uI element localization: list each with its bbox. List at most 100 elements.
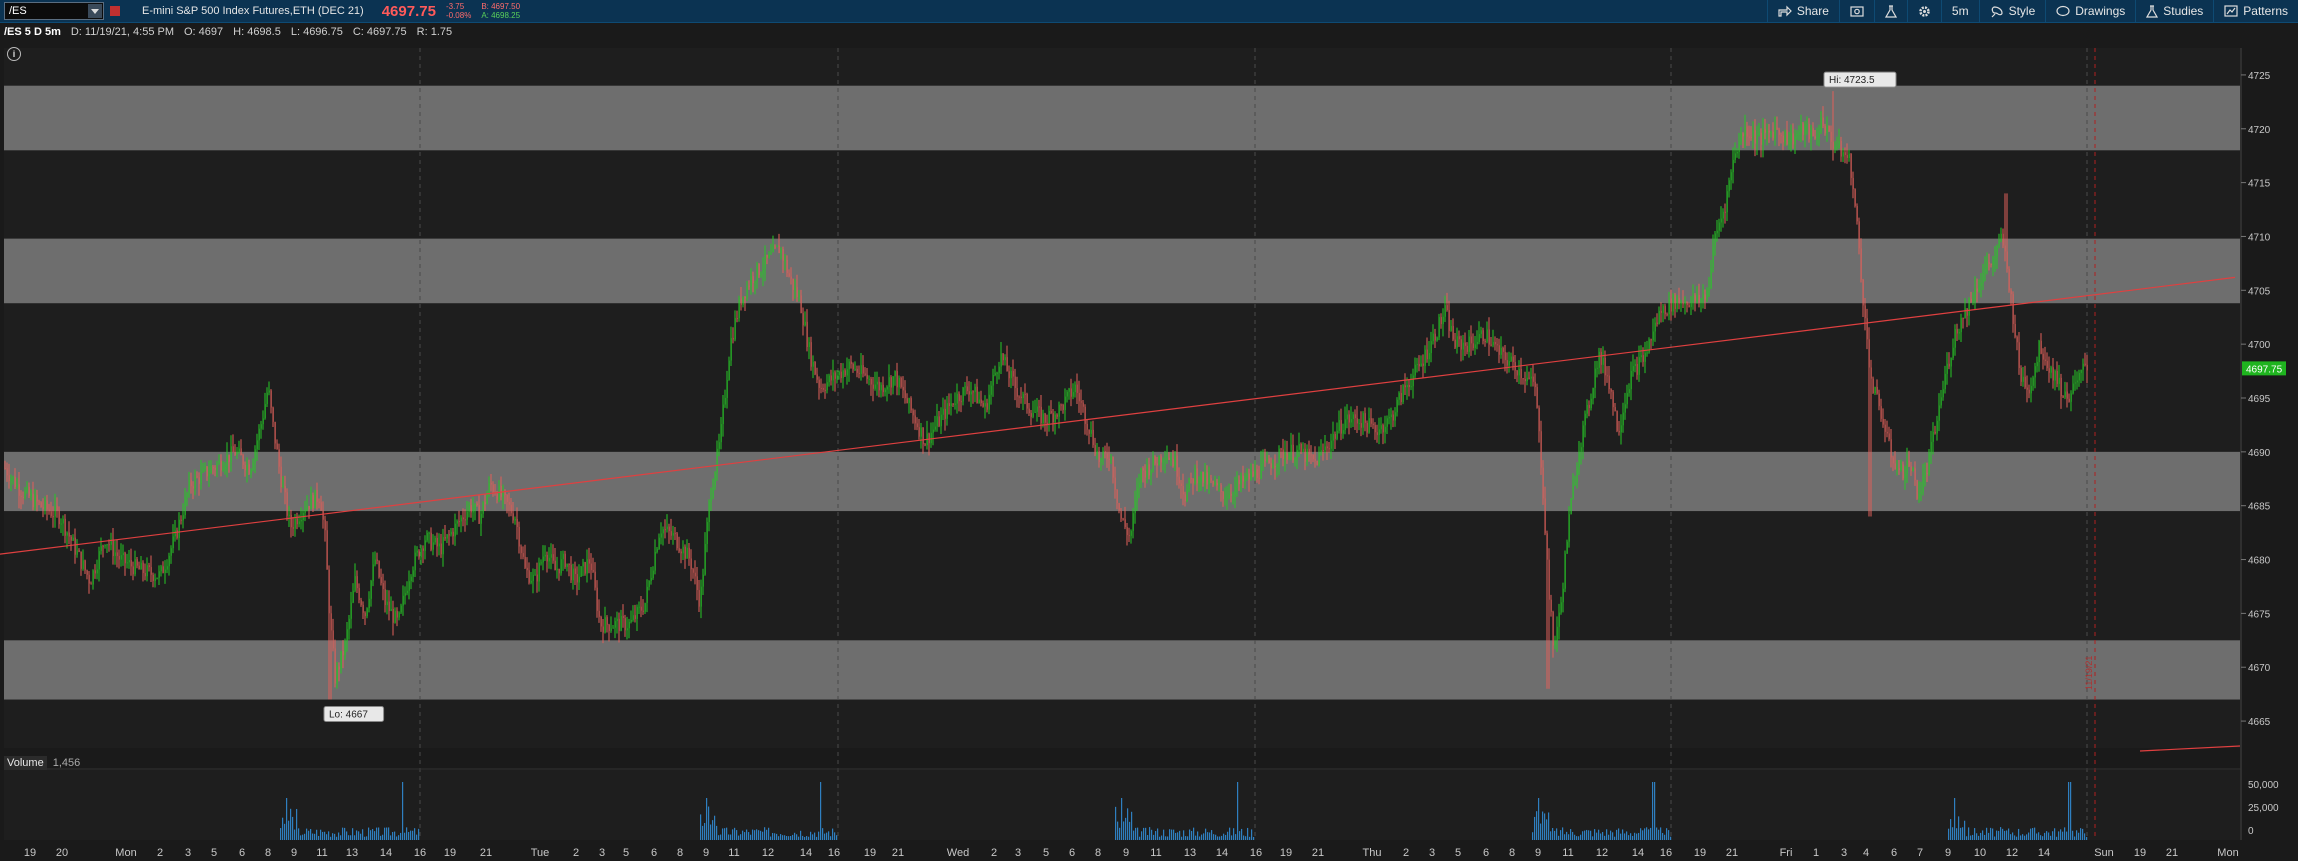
- volume-bar: [1958, 816, 1960, 840]
- candle-body: [1248, 473, 1250, 480]
- candle-body: [900, 377, 902, 387]
- volume-bar: [764, 827, 766, 840]
- candle-body: [202, 468, 204, 472]
- price-chart[interactable]: 11/19/21 Hi: 4723.5Lo: 4667 466546704675…: [0, 41, 2298, 861]
- volume-bar: [372, 828, 374, 840]
- volume-bar: [1119, 827, 1121, 840]
- candle-body: [394, 610, 396, 623]
- drawings-button[interactable]: Drawings: [2045, 0, 2135, 22]
- candle-body: [1916, 479, 1918, 499]
- candle-body: [774, 246, 776, 248]
- candle-body: [1978, 286, 1980, 292]
- volume-bar: [1542, 811, 1544, 840]
- candle-body: [1738, 141, 1740, 152]
- volume-bar: [1121, 798, 1123, 840]
- info-icon[interactable]: i: [7, 47, 21, 61]
- link-color-icon[interactable]: [110, 6, 120, 16]
- bid-price: B: 4697.50: [481, 2, 521, 11]
- x-tick-label: 16: [828, 847, 840, 859]
- volume-bar: [2082, 828, 2084, 840]
- candle-body: [2000, 233, 2002, 241]
- volume-bar: [1962, 827, 1964, 840]
- candle-body: [804, 321, 806, 326]
- settings-button[interactable]: [1906, 0, 1941, 22]
- volume-bar: [1544, 813, 1546, 840]
- candle-body: [1900, 464, 1902, 471]
- share-button[interactable]: Share: [1766, 0, 1839, 22]
- candle-body: [814, 361, 816, 375]
- candle-body: [322, 510, 324, 520]
- candle-body: [1564, 553, 1566, 589]
- candle-body: [398, 612, 400, 618]
- candle-body: [1244, 477, 1246, 482]
- candle-body: [712, 486, 714, 498]
- volume-bar: [326, 834, 328, 840]
- volume-bar: [1183, 830, 1185, 840]
- candle-body: [1696, 294, 1698, 302]
- candle-body: [106, 544, 108, 546]
- candle-body: [1112, 457, 1114, 478]
- candle-body: [982, 403, 984, 407]
- volume-bar: [808, 836, 810, 840]
- candle-body: [2002, 233, 2004, 246]
- candle-body: [1016, 387, 1018, 397]
- volume-bar: [1243, 835, 1245, 840]
- screenshot-button[interactable]: [1838, 0, 1874, 22]
- candle-body: [564, 553, 566, 567]
- candle-body: [1716, 230, 1718, 234]
- candle-body: [186, 493, 188, 498]
- candle-body: [308, 506, 310, 510]
- candle-body: [794, 287, 796, 291]
- candle-body: [754, 281, 756, 283]
- candle-body: [368, 598, 370, 609]
- volume-bar: [370, 830, 372, 840]
- volume-bar: [816, 836, 818, 840]
- volume-bar: [746, 829, 748, 840]
- candle-body: [696, 576, 698, 591]
- volume-bar: [756, 829, 758, 840]
- volume-bar: [1554, 830, 1556, 840]
- candle-body: [904, 390, 906, 399]
- volume-bar: [328, 831, 330, 840]
- candle-body: [1004, 357, 1006, 361]
- candle-body: [314, 489, 316, 509]
- candle-body: [1652, 331, 1654, 341]
- candle-body: [940, 414, 942, 427]
- timeframe-label: 5m: [1951, 4, 1969, 18]
- candle-body: [1602, 357, 1604, 365]
- patterns-button[interactable]: Patterns: [2213, 0, 2298, 22]
- candle-body: [1372, 423, 1374, 426]
- candle-body: [708, 501, 710, 523]
- volume-bar: [1175, 832, 1177, 840]
- candle-body: [252, 462, 254, 471]
- volume-bar: [1564, 834, 1566, 840]
- candle-body: [830, 375, 832, 381]
- candle-body: [1204, 472, 1206, 483]
- candle-body: [1628, 389, 1630, 394]
- flask-button[interactable]: [1873, 0, 1907, 22]
- style-button[interactable]: Style: [1978, 0, 2046, 22]
- y-tick-label: 4670: [2248, 663, 2271, 674]
- studies-button[interactable]: Studies: [2135, 0, 2213, 22]
- symbol-input[interactable]: /ES: [4, 2, 104, 20]
- candle-body: [1954, 329, 1956, 348]
- candle-body: [1464, 342, 1466, 346]
- candle-body: [646, 586, 648, 603]
- candle-body: [74, 537, 76, 555]
- candle-body: [984, 403, 986, 407]
- candle-body: [356, 576, 358, 589]
- candle-body: [442, 537, 444, 555]
- volume-bar: [1241, 828, 1243, 840]
- candle-body: [766, 254, 768, 258]
- candle-body: [2006, 251, 2008, 269]
- candle-body: [1894, 463, 1896, 470]
- volume-bar: [754, 830, 756, 840]
- candle-body: [1524, 378, 1526, 382]
- volume-bar: [324, 831, 326, 840]
- candle-body: [1942, 389, 1944, 398]
- volume-bar: [1177, 832, 1179, 840]
- volume-bar: [2008, 828, 2010, 840]
- timeframe-button[interactable]: 5m: [1940, 0, 1979, 22]
- candle-body: [1152, 456, 1154, 470]
- symbol-dropdown-button[interactable]: [88, 4, 102, 18]
